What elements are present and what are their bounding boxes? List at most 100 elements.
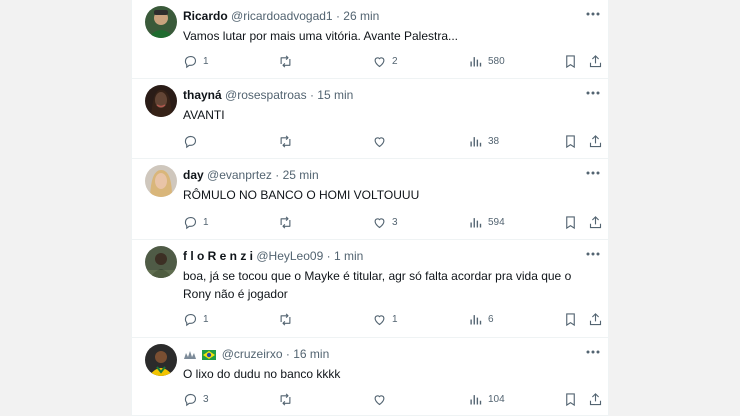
views-icon	[470, 56, 482, 66]
bookmark-icon	[566, 215, 575, 229]
share-button[interactable]	[588, 53, 603, 69]
avatar[interactable]	[145, 165, 177, 197]
retweet-button[interactable]	[278, 391, 298, 407]
tweet[interactable]: day @evanprtez · 25 min RÔMULO NO BANCO …	[132, 159, 608, 240]
tweet[interactable]: Ricardo @ricardoadvogad1 · 26 min Vamos …	[132, 0, 608, 79]
views-icon	[470, 314, 482, 324]
more-icon[interactable]	[585, 345, 601, 359]
tweet[interactable]: thayná @rosespatroas · 15 min AVANTI 38	[132, 79, 608, 159]
display-name[interactable]: thayná	[183, 88, 222, 102]
display-name[interactable]: Ricardo	[183, 9, 228, 23]
like-button[interactable]: 2	[372, 53, 398, 69]
reply-button[interactable]	[183, 133, 203, 149]
views-icon	[470, 217, 482, 227]
retweet-icon	[280, 134, 291, 148]
bookmark-button[interactable]	[563, 391, 578, 407]
share-button[interactable]	[588, 133, 603, 149]
like-count: 1	[392, 313, 398, 325]
user-handle[interactable]: @ricardoadvogad1	[231, 9, 333, 23]
retweet-button[interactable]	[278, 311, 298, 327]
tweet-header: thayná @rosespatroas · 15 min	[183, 88, 353, 103]
reply-button[interactable]: 1	[183, 311, 209, 327]
retweet-icon	[280, 312, 291, 326]
reply-icon	[184, 135, 197, 148]
timestamp[interactable]: 16 min	[293, 347, 329, 361]
reply-feed: Ricardo @ricardoadvogad1 · 26 min Vamos …	[131, 0, 609, 416]
like-button[interactable]: 1	[372, 311, 398, 327]
share-icon	[589, 392, 602, 405]
tweet-text: RÔMULO NO BANCO O HOMI VOLTOUUU	[183, 188, 420, 202]
reply-button[interactable]: 1	[183, 53, 209, 69]
tweet[interactable]: f l o R e n z i @HeyLeo09 · 1 min boa, j…	[132, 240, 608, 338]
avatar[interactable]	[145, 246, 177, 278]
retweet-icon	[280, 215, 291, 229]
like-icon	[374, 56, 385, 67]
action-bar: 1 2 580	[183, 53, 602, 69]
timestamp[interactable]: 1 min	[334, 249, 363, 263]
share-icon	[589, 134, 602, 147]
views-icon	[470, 136, 482, 146]
display-name[interactable]: f l o R e n z i	[183, 249, 253, 263]
retweet-button[interactable]	[278, 133, 298, 149]
separator: ·	[326, 249, 331, 263]
views-button[interactable]: 6	[468, 311, 494, 327]
user-handle[interactable]: @cruzeirxo	[222, 347, 283, 361]
user-handle[interactable]: @rosespatroas	[225, 88, 307, 102]
tweet-text: boa, já se tocou que o Mayke é titular, …	[183, 269, 572, 301]
user-handle[interactable]: @evanprtez	[207, 168, 272, 182]
views-button[interactable]: 580	[468, 53, 505, 69]
separator: ·	[335, 9, 340, 23]
reply-icon	[184, 313, 197, 326]
like-icon	[374, 314, 385, 325]
reply-count: 1	[203, 55, 209, 67]
view-count: 594	[488, 216, 505, 228]
more-icon[interactable]	[585, 86, 601, 100]
user-handle[interactable]: @HeyLeo09	[256, 249, 323, 263]
timestamp[interactable]: 15 min	[317, 88, 353, 102]
reply-button[interactable]: 1	[183, 214, 209, 230]
retweet-button[interactable]	[278, 214, 298, 230]
more-icon[interactable]	[585, 166, 601, 180]
like-button[interactable]: 3	[372, 214, 398, 230]
timestamp[interactable]: 25 min	[283, 168, 319, 182]
like-button[interactable]	[372, 391, 392, 407]
timestamp[interactable]: 26 min	[343, 9, 379, 23]
share-icon	[589, 215, 602, 228]
views-button[interactable]: 38	[468, 133, 499, 149]
views-button[interactable]: 594	[468, 214, 505, 230]
action-bar: 1 3 594	[183, 214, 602, 230]
bookmark-button[interactable]	[563, 311, 578, 327]
tweet-header: day @evanprtez · 25 min	[183, 168, 319, 183]
brazil-flag-icon	[202, 350, 217, 360]
views-button[interactable]: 104	[468, 391, 505, 407]
bookmark-button[interactable]	[563, 133, 578, 149]
bookmark-button[interactable]	[563, 53, 578, 69]
share-button[interactable]	[588, 391, 603, 407]
retweet-button[interactable]	[278, 53, 298, 69]
view-count: 38	[488, 135, 500, 147]
like-count: 3	[392, 216, 398, 228]
retweet-icon	[280, 54, 291, 68]
display-name[interactable]: day	[183, 168, 204, 182]
share-icon	[589, 312, 602, 325]
view-count: 6	[488, 313, 494, 325]
tweet-header: f l o R e n z i @HeyLeo09 · 1 min	[183, 249, 363, 264]
like-button[interactable]	[372, 133, 392, 149]
separator: ·	[309, 88, 314, 102]
tweet-text: Vamos lutar por mais uma vitória. Avante…	[183, 29, 459, 43]
avatar[interactable]	[145, 6, 177, 38]
tweet[interactable]: @cruzeirxo · 16 min O lixo do dudu no ba…	[132, 338, 608, 416]
share-button[interactable]	[588, 311, 603, 327]
bookmark-button[interactable]	[563, 214, 578, 230]
reply-button[interactable]: 3	[183, 391, 209, 407]
bookmark-icon	[566, 312, 575, 326]
avatar[interactable]	[145, 344, 177, 376]
reply-count: 1	[203, 313, 209, 325]
avatar[interactable]	[145, 85, 177, 117]
share-button[interactable]	[588, 214, 603, 230]
tweet-text: O lixo do dudu no banco kkkk	[183, 367, 341, 381]
view-count: 580	[488, 55, 505, 67]
more-icon[interactable]	[585, 247, 601, 261]
more-icon[interactable]	[585, 7, 601, 21]
action-bar: 38	[183, 133, 602, 149]
